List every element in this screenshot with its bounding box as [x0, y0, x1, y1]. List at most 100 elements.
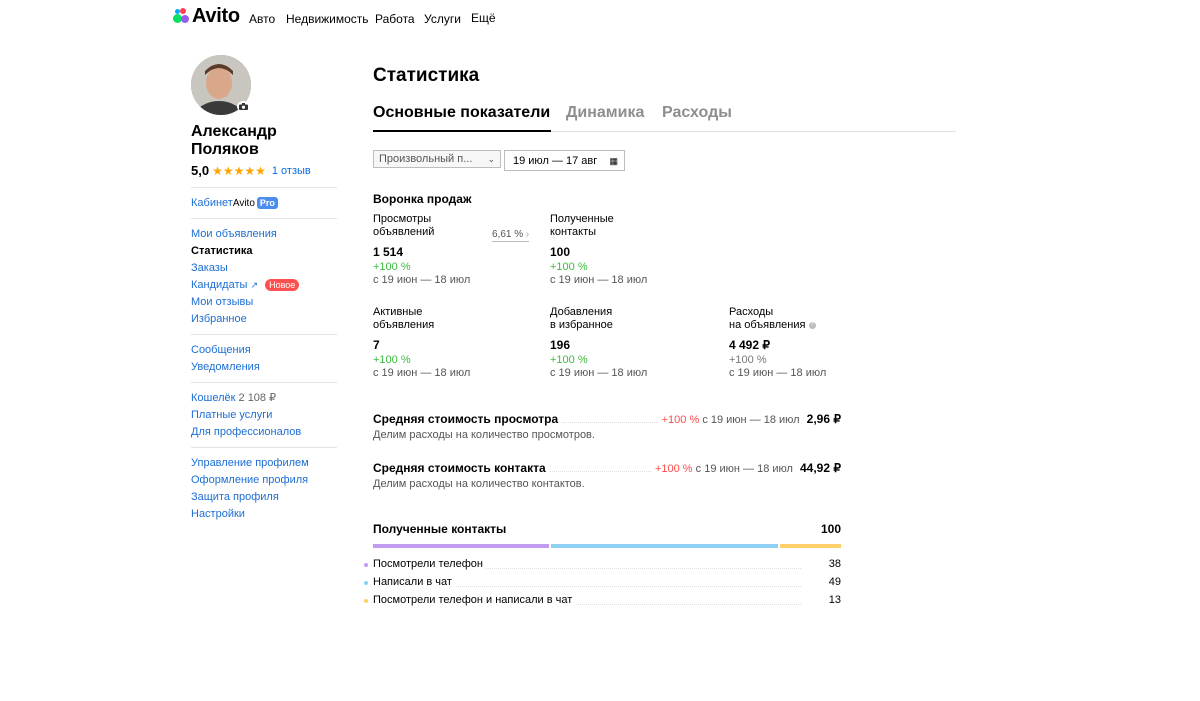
metric-change: +100 %	[373, 261, 411, 273]
avg-view-cost-period: с 19 июн — 18 июл	[702, 414, 800, 426]
page-title: Статистика	[373, 65, 480, 86]
avg-contact-cost-summary: +100 % с 19 июн — 18 июл 44,92 ₽	[650, 461, 841, 475]
sidebar-item-for-pros[interactable]: Для профессионалов	[191, 426, 301, 438]
period-select-value: Произвольный п...	[379, 153, 473, 165]
funnel-title: Воронка продаж	[373, 192, 472, 206]
contacts-share-bar	[373, 544, 841, 548]
sidebar-cabinet-pro[interactable]: КабинетAvito Pro	[191, 197, 278, 209]
arrow-right-icon: ›	[525, 229, 530, 240]
metric-label: Добавления	[550, 306, 613, 318]
legend-label-phone: Посмотрели телефон	[373, 558, 486, 570]
metric-value: 100	[550, 245, 571, 259]
avg-view-cost-value: 2,96 ₽	[806, 412, 841, 426]
avg-contact-cost-period: с 19 июн — 18 июл	[695, 463, 793, 475]
avito-logo-icon	[173, 8, 189, 24]
camera-icon[interactable]	[237, 101, 250, 112]
metric-value: 4 492 ₽	[729, 338, 770, 352]
avito-logo[interactable]: Avito	[173, 4, 240, 27]
avg-view-cost-summary: +100 % с 19 июн — 18 июл 2,96 ₽	[657, 412, 841, 426]
legend-dot-chat	[364, 581, 368, 585]
wallet-label: Кошелёк	[191, 392, 236, 404]
metric-label: Активные	[373, 306, 423, 318]
metric-period: с 19 июн — 18 июл	[729, 367, 827, 379]
metric-label: объявления	[373, 319, 435, 331]
metric-period: с 19 июн — 18 июл	[550, 367, 648, 379]
sidebar-divider	[191, 447, 337, 448]
metric-label: Расходы	[729, 306, 774, 318]
external-link-icon: ↗	[250, 280, 259, 290]
metric-value: 196	[550, 338, 571, 352]
sidebar-item-notifications[interactable]: Уведомления	[191, 361, 260, 373]
sidebar-item-profile-management[interactable]: Управление профилем	[191, 457, 309, 469]
sidebar-item-favorites[interactable]: Избранное	[191, 313, 247, 325]
sidebar-item-profile-design[interactable]: Оформление профиля	[191, 474, 308, 486]
conversion-value: 6,61 %	[492, 229, 524, 240]
metric-period: с 19 июн — 18 июл	[373, 367, 471, 379]
date-range-picker[interactable]: 19 июл — 17 авг ▦	[504, 150, 625, 171]
legend-value-both: 13	[801, 594, 841, 606]
avg-contact-cost-value: 44,92 ₽	[800, 461, 841, 475]
sidebar-item-my-reviews[interactable]: Мои отзывы	[191, 296, 253, 308]
legend-dot-phone	[364, 563, 368, 567]
metric-label: контакты	[550, 226, 597, 238]
wallet-value: 2 108 ₽	[238, 392, 277, 404]
avg-contact-cost-title: Средняя стоимость контакта	[373, 461, 550, 475]
contacts-bar-segment	[551, 544, 778, 548]
reviews-link[interactable]: 1 отзыв	[272, 165, 311, 177]
sidebar-item-settings[interactable]: Настройки	[191, 508, 245, 520]
nav-jobs[interactable]: Работа	[375, 12, 415, 26]
active-tab-indicator	[373, 130, 551, 132]
sidebar-item-statistics[interactable]: Статистика	[191, 245, 253, 257]
rating-stars: ★★★★★	[212, 163, 266, 178]
candidates-label: Кандидаты	[191, 279, 248, 291]
rating-value: 5,0	[191, 163, 210, 178]
nav-services[interactable]: Услуги	[424, 12, 461, 26]
metric-contacts: Полученные контакты 100 +100 % с 19 июн …	[550, 213, 647, 286]
logo-text: Avito	[192, 4, 240, 27]
avg-view-cost-change: +100 %	[661, 414, 700, 426]
sidebar-item-orders[interactable]: Заказы	[191, 262, 228, 274]
metric-views: Просмотры объявлений 1 514 +100 % с 19 и…	[373, 213, 470, 286]
contacts-total: 100	[820, 522, 841, 536]
metric-label: Полученные	[550, 213, 614, 225]
sidebar-item-paid-services[interactable]: Платные услуги	[191, 409, 272, 421]
pro-badge: Pro	[256, 197, 278, 209]
sidebar-divider	[191, 218, 337, 219]
info-icon[interactable]: ?	[808, 321, 816, 329]
metric-expenses: Расходы на объявления ? 4 492 ₽ +100 % с…	[729, 306, 826, 379]
metric-change: +100 %	[729, 354, 767, 366]
sidebar-item-my-ads[interactable]: Мои объявления	[191, 228, 277, 240]
tab-main-indicators[interactable]: Основные показатели	[373, 104, 550, 122]
nav-more[interactable]: Ещё	[471, 11, 496, 25]
tab-expenses[interactable]: Расходы	[662, 104, 732, 122]
period-select[interactable]: Произвольный п... ⌄	[373, 150, 501, 168]
metric-label-row: на объявления ?	[729, 319, 826, 332]
metric-period: с 19 июн — 18 июл	[550, 274, 648, 286]
nav-realty[interactable]: Недвижимость	[286, 12, 369, 26]
contacts-title: Полученные контакты	[373, 522, 507, 536]
metric-value: 1 514	[373, 245, 404, 259]
sidebar-item-messages[interactable]: Сообщения	[191, 344, 251, 356]
metric-period: с 19 июн — 18 июл	[373, 274, 471, 286]
metric-change: +100 %	[550, 261, 588, 273]
sidebar-divider	[191, 382, 337, 383]
new-badge: Новое	[265, 279, 300, 291]
avg-view-cost-subtitle: Делим расходы на количество просмотров.	[373, 429, 595, 441]
sidebar-item-wallet[interactable]: Кошелёк 2 108 ₽	[191, 391, 276, 404]
sidebar-divider	[191, 187, 337, 188]
avg-view-cost-title: Средняя стоимость просмотра	[373, 412, 563, 426]
legend-label-both: Посмотрели телефон и написали в чат	[373, 594, 576, 606]
cabinet-label: Кабинет	[191, 197, 233, 209]
rating-row: 5,0 ★★★★★ 1 отзыв	[191, 163, 311, 178]
metric-favorites: Добавления в избранное 196 +100 % с 19 и…	[550, 306, 647, 379]
sidebar-divider	[191, 334, 337, 335]
nav-auto[interactable]: Авто	[249, 12, 275, 26]
metric-label: Просмотры	[373, 213, 432, 225]
contacts-bar-segment	[373, 544, 549, 548]
metric-active-ads: Активные объявления 7 +100 % с 19 июн — …	[373, 306, 470, 379]
avg-contact-cost-change: +100 %	[654, 463, 693, 475]
sidebar-item-profile-security[interactable]: Защита профиля	[191, 491, 279, 503]
sidebar-item-candidates[interactable]: Кандидаты ↗ Новое	[191, 279, 300, 291]
tab-dynamics[interactable]: Динамика	[566, 104, 644, 122]
cabinet-brand: Avito	[232, 198, 255, 209]
